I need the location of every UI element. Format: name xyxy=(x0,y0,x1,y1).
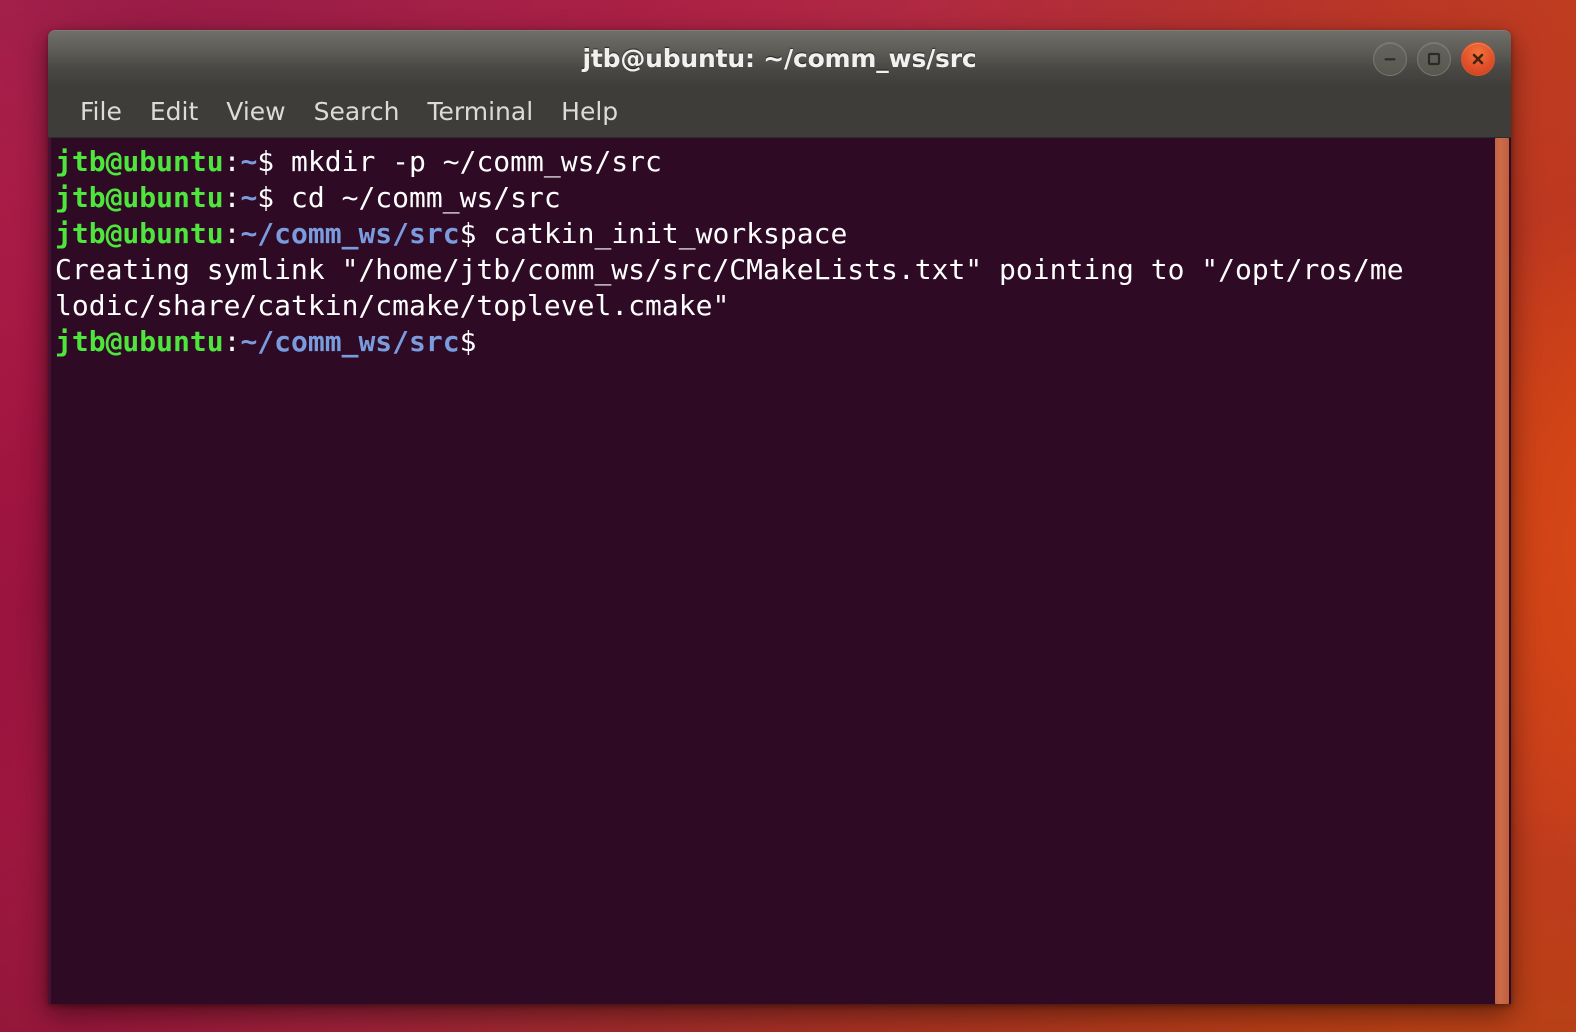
terminal-prompt-line: jtb@ubuntu:~/comm_ws/src$ xyxy=(55,324,1489,360)
terminal-scrollbar-thumb[interactable] xyxy=(1495,138,1509,1004)
prompt-separator: : xyxy=(223,217,241,250)
prompt-user-host: jtb@ubuntu xyxy=(55,181,224,214)
terminal-output-line: Creating symlink "/home/jtb/comm_ws/src/… xyxy=(55,252,1489,288)
menu-item-help[interactable]: Help xyxy=(547,93,632,130)
terminal-command: cd ~/comm_ws/src xyxy=(291,181,561,214)
terminal-output-text: lodic/share/catkin/cmake/toplevel.cmake" xyxy=(55,289,730,322)
minimize-icon xyxy=(1384,57,1396,60)
prompt-path: ~ xyxy=(240,145,258,178)
terminal-output-line: lodic/share/catkin/cmake/toplevel.cmake" xyxy=(55,288,1489,324)
terminal-text: jtb@ubuntu:~$ mkdir -p ~/comm_ws/src jtb@… xyxy=(55,144,1489,360)
menu-item-search[interactable]: Search xyxy=(300,93,414,130)
menubar: File Edit View Search Terminal Help xyxy=(48,86,1511,138)
prompt-path: ~/comm_ws/src xyxy=(240,325,460,358)
menu-item-view[interactable]: View xyxy=(212,93,299,130)
terminal-prompt-line: jtb@ubuntu:~/comm_ws/src$ catkin_init_wo… xyxy=(55,216,1489,252)
window-controls xyxy=(1373,41,1495,76)
minimize-button[interactable] xyxy=(1373,41,1407,76)
terminal-command: catkin_init_workspace xyxy=(493,217,848,250)
terminal-window: jtb@ubuntu: ~/comm_ws/src File Edit View… xyxy=(48,30,1511,1004)
terminal-command: mkdir -p ~/comm_ws/src xyxy=(291,145,662,178)
prompt-separator: : xyxy=(223,145,241,178)
maximize-button[interactable] xyxy=(1417,41,1451,76)
maximize-icon xyxy=(1427,52,1441,65)
close-icon xyxy=(1472,53,1484,64)
prompt-path: ~/comm_ws/src xyxy=(240,217,460,250)
prompt-dollar: $ xyxy=(459,325,477,358)
prompt-dollar: $ xyxy=(257,145,292,178)
terminal-prompt-line: jtb@ubuntu:~$ mkdir -p ~/comm_ws/src xyxy=(55,144,1489,180)
menu-item-file[interactable]: File xyxy=(66,93,136,130)
prompt-user-host: jtb@ubuntu xyxy=(55,145,224,178)
prompt-path: ~ xyxy=(240,181,258,214)
window-titlebar[interactable]: jtb@ubuntu: ~/comm_ws/src xyxy=(48,30,1511,86)
prompt-dollar: $ xyxy=(257,181,292,214)
terminal-prompt-line: jtb@ubuntu:~$ cd ~/comm_ws/src xyxy=(55,180,1489,216)
terminal-output-area[interactable]: jtb@ubuntu:~$ mkdir -p ~/comm_ws/src jtb@… xyxy=(48,138,1511,1004)
prompt-user-host: jtb@ubuntu xyxy=(55,325,224,358)
menu-item-edit[interactable]: Edit xyxy=(136,93,212,130)
prompt-separator: : xyxy=(223,181,241,214)
terminal-output-text: Creating symlink "/home/jtb/comm_ws/src/… xyxy=(55,253,1404,286)
window-title: jtb@ubuntu: ~/comm_ws/src xyxy=(582,44,977,73)
terminal-scrollbar[interactable] xyxy=(1493,138,1511,1004)
close-button[interactable] xyxy=(1461,41,1495,76)
prompt-separator: : xyxy=(223,325,241,358)
prompt-dollar: $ xyxy=(459,217,494,250)
menu-item-terminal[interactable]: Terminal xyxy=(413,93,547,130)
prompt-user-host: jtb@ubuntu xyxy=(55,217,224,250)
